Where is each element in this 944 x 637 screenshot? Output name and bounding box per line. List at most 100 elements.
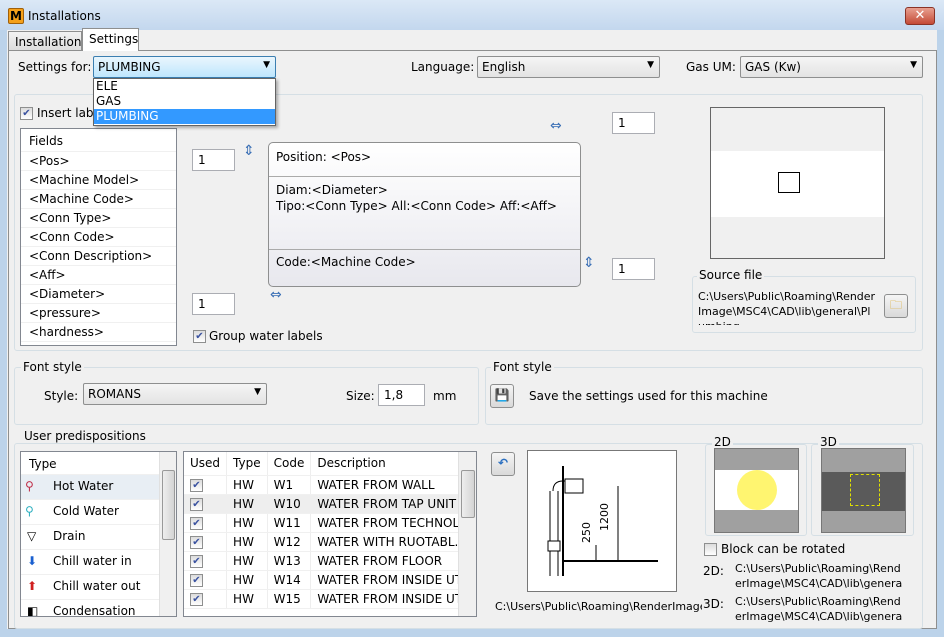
predispositions-label: User predispositions (22, 429, 148, 443)
drawing-path: C:\Users\Public\Roaming\RenderImage\MSC4… (495, 600, 702, 613)
cell-code: W14 (267, 570, 312, 590)
scroll-thumb[interactable] (162, 470, 175, 540)
tab-settings[interactable]: Settings (82, 28, 139, 51)
gas-um-select[interactable]: GAS (Kw) ▼ (740, 56, 923, 78)
field-item[interactable]: <Conn Type> (21, 209, 176, 228)
path-3d: C:\Users\Public\Roaming\RenderImage\MSC4… (735, 595, 903, 623)
used-checkbox[interactable]: ✔ (190, 517, 203, 530)
table-row[interactable]: ✔ HW W14 WATER FROM INSIDE UT... (184, 570, 476, 590)
used-checkbox[interactable]: ✔ (190, 593, 203, 606)
field-item[interactable]: <Machine Model> (21, 171, 176, 190)
preview-line: Position: <Pos> (276, 150, 372, 164)
size-input[interactable]: 1,8 (378, 384, 425, 406)
col-code[interactable]: Code (267, 452, 312, 476)
hot-water-icon: ⚲ (25, 479, 34, 493)
type-label: Condensation (53, 604, 136, 617)
field-item[interactable]: <Conn Description> (21, 247, 176, 266)
used-checkbox[interactable]: ✔ (190, 536, 203, 549)
funnel-icon: ▽ (27, 529, 37, 543)
type-item-cold-water[interactable]: ⚲ Cold Water (21, 500, 159, 525)
cell-description: WATER FROM INSIDE UT... (310, 570, 476, 590)
block-rotate-label: Block can be rotated (721, 542, 846, 556)
field-item[interactable]: <Pos> (21, 152, 176, 171)
title-bar: M Installations ✕ (0, 0, 944, 30)
source-file-path: C:\Users\Public\Roaming\RenderImage\MSC4… (698, 290, 876, 325)
offset-left-top-input[interactable]: 1 (192, 149, 235, 171)
scroll-thumb[interactable] (461, 470, 475, 518)
table-header: Used Type Code Description (184, 452, 476, 476)
table-row[interactable]: ✔ HW W10 WATER FROM TAP UNIT ... (184, 494, 476, 514)
yellow-cube (850, 474, 880, 506)
app-icon: M (8, 8, 24, 24)
option-ele[interactable]: ELE (94, 79, 275, 94)
settings-for-label: Settings for: (18, 60, 92, 74)
option-plumbing[interactable]: PLUMBING (94, 109, 275, 124)
cell-type: HW (226, 589, 268, 609)
type-item-chill-out[interactable]: ⬆ Chill water out (21, 575, 159, 600)
offset-right-top-input[interactable]: 1 (612, 112, 655, 134)
field-item[interactable]: <Machine Code> (21, 190, 176, 209)
type-label: Hot Water (53, 479, 114, 493)
used-checkbox[interactable]: ✔ (190, 574, 203, 587)
chill-in-icon: ⬇ (27, 554, 38, 568)
style-select[interactable]: ROMANS ▼ (83, 383, 267, 405)
group-water-checkbox[interactable]: ✔ (193, 330, 206, 343)
option-gas[interactable]: GAS (94, 94, 275, 109)
type-item-drain[interactable]: ▽ Drain (21, 525, 159, 550)
field-item[interactable]: <hardness> (21, 323, 176, 342)
close-button[interactable]: ✕ (905, 7, 935, 25)
save-icon: 💾 (494, 388, 510, 402)
language-select[interactable]: English ▼ (477, 56, 660, 78)
table-row[interactable]: ✔ HW W11 WATER FROM TECHNOL... (184, 513, 476, 533)
undo-button[interactable]: ↶ (491, 452, 515, 476)
horizontal-arrow-icon: ⇔ (550, 118, 562, 134)
used-checkbox[interactable]: ✔ (190, 498, 203, 511)
table-scrollbar[interactable] (458, 452, 476, 616)
tab-installations[interactable]: Installations (8, 31, 88, 51)
field-item[interactable]: <pressure> (21, 304, 176, 323)
type-header: Type (21, 452, 159, 475)
settings-for-select[interactable]: PLUMBING ▼ (93, 56, 276, 78)
browse-folder-button[interactable]: 🗀 (884, 294, 908, 318)
label-3d: 3D (818, 435, 839, 449)
type-item-hot-water[interactable]: ⚲ Hot Water (21, 475, 159, 500)
col-description[interactable]: Description (310, 452, 476, 476)
col-type[interactable]: Type (226, 452, 268, 476)
cell-description: WATER FROM TECHNOL... (310, 513, 476, 533)
type-label: Drain (53, 529, 86, 543)
table-row[interactable]: ✔ HW W15 WATER FROM INSIDE UT... (184, 589, 476, 609)
type-list-scrollbar[interactable] (159, 452, 176, 616)
type-item-chill-in[interactable]: ⬇ Chill water in (21, 550, 159, 575)
type-label: Cold Water (53, 504, 119, 518)
insert-labels-checkbox[interactable]: ✔ (20, 107, 33, 120)
block-rotate-checkbox[interactable] (704, 543, 717, 556)
cell-code: W12 (267, 532, 312, 552)
type-item-condensation[interactable]: ◧ Condensation (21, 600, 159, 617)
table-row[interactable]: ✔ HW W13 WATER FROM FLOOR (184, 551, 476, 571)
dim-1200: 1200 (598, 503, 611, 531)
chevron-down-icon: ▼ (647, 60, 654, 70)
col-used[interactable]: Used (184, 452, 228, 476)
field-item[interactable]: <Conn Code> (21, 228, 176, 247)
offset-right-bottom-input[interactable]: 1 (612, 258, 655, 280)
type-list[interactable]: Type ⚲ Hot Water ⚲ Cold Water ▽ Drain ⬇ Chil… (20, 451, 177, 617)
font-style-label: Font style (21, 360, 84, 374)
used-checkbox[interactable]: ✔ (190, 479, 203, 492)
save-settings-button[interactable]: 💾 (490, 384, 514, 408)
cell-type: HW (226, 532, 268, 552)
path-2d: C:\Users\Public\Roaming\RenderImage\MSC4… (735, 562, 903, 590)
offset-left-bottom-input[interactable]: 1 (192, 293, 235, 315)
field-item[interactable]: <Aff> (21, 266, 176, 285)
table-row[interactable]: ✔ HW W1 WATER FROM WALL (184, 475, 476, 495)
field-item[interactable]: <Diameter> (21, 285, 176, 304)
label-2d: 2D (712, 435, 733, 449)
used-checkbox[interactable]: ✔ (190, 555, 203, 568)
group-water-label: Group water labels (209, 329, 323, 343)
table-row[interactable]: ✔ HW W12 WATER WITH RUOTABL... (184, 532, 476, 552)
fields-list[interactable]: Fields <Pos> <Machine Model> <Machine Co… (20, 128, 177, 346)
predispositions-table[interactable]: Used Type Code Description ✔ HW W1 WATER… (183, 451, 477, 617)
preview-line: Tipo:<Conn Type> All:<Conn Code> Aff:<Af… (276, 199, 557, 213)
cold-water-icon: ⚲ (25, 504, 34, 518)
cell-code: W15 (267, 589, 312, 609)
dim-250: 250 (580, 522, 593, 543)
